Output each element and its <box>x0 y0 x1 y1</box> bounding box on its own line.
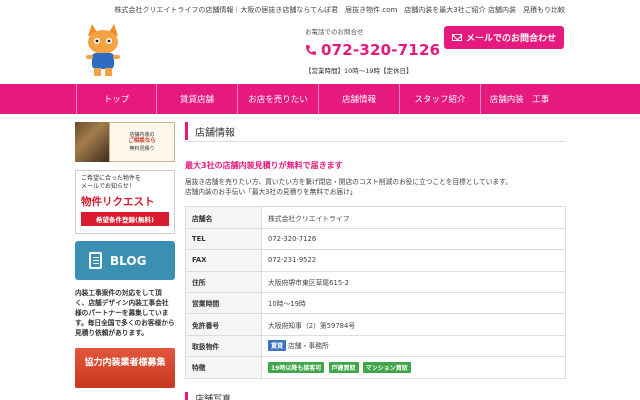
row-key: 取扱物件 <box>185 334 262 358</box>
table-row: 店舗名 株式会社クリエイトライフ <box>185 206 566 229</box>
banner-photo <box>75 122 109 162</box>
description-line-1: 居抜き店舗を売りたい方、買いたい方を繋げ閉店・開店のコスト削減のお役に立つことを… <box>185 178 512 186</box>
row-key: 住所 <box>185 270 262 294</box>
phone-number[interactable]: 072-320-7126 <box>305 41 440 59</box>
row-value: 大阪府知事（2）第59784号 <box>261 313 566 336</box>
row-key: FAX <box>185 249 262 272</box>
property-request-banner[interactable]: ご希望に合った物件を メールでお知らせ！ 物件リクエスト 希望条件登録(無料) <box>75 170 175 234</box>
table-row: 免許番号 大阪府知事（2）第59784号 <box>185 313 566 336</box>
table-row: FAX 072-231-9522 <box>185 249 566 272</box>
request-register-button[interactable]: 希望条件登録(無料) <box>81 212 169 227</box>
contact-box: お電話でのお問合せ 072-320-7126 【営業時間】10時〜19時【定休日… <box>305 26 440 75</box>
main-content: 店舗情報 最大3社の店舗内装見積りが無料で届きます 居抜き店舗を売りたい方、買い… <box>185 122 566 379</box>
phone-text: 072-320-7126 <box>321 41 441 59</box>
business-hours: 【営業時間】10時〜19時【定休日】 <box>305 67 413 75</box>
notepad-icon <box>89 252 102 269</box>
table-row: TEL 072-320-7126 <box>185 227 566 251</box>
row-value: 072-231-9522 <box>261 249 566 272</box>
nav-staff[interactable]: スタッフ紹介 <box>400 84 481 114</box>
banner-text: 店舗内装の ご相談なら 無料見積り <box>109 122 175 162</box>
partner-text: 内装工事案件の対応をして頂く、店舗デザイン内装工事会社様のパートナーを募集してい… <box>75 289 175 338</box>
blog-banner[interactable]: BLOG <box>75 241 175 280</box>
envelope-icon <box>451 34 462 41</box>
row-key: 営業時間 <box>185 291 262 315</box>
request-text-2: メールでお知らせ！ <box>81 183 135 191</box>
row-key: 免許番号 <box>185 313 262 336</box>
banner-line: ご相談なら <box>128 138 156 145</box>
top-tagline: 株式会社クリエイトライフの店舗情報｜大阪の居抜き店舗ならてんぽ君 居抜き物件.c… <box>114 6 565 14</box>
nav-store-info[interactable]: 店舗情報 <box>319 84 400 114</box>
interior-quote-banner[interactable]: 店舗内装の ご相談なら 無料見積り <box>75 122 175 162</box>
description: 居抜き店舗を売りたい方、買いたい方を繋げ閉店・開店のコスト削減のお役に立つことを… <box>185 178 566 197</box>
nav-top[interactable]: トップ <box>76 84 157 114</box>
request-text-1: ご希望に合った物件を <box>81 175 142 182</box>
nav-interior[interactable]: 店舗内装 工事 <box>481 84 558 114</box>
nav-sell[interactable]: お店を売りたい <box>238 84 319 114</box>
row-value: 賃貸 店舗・事務所 <box>261 334 566 358</box>
blog-label: BLOG <box>110 253 147 268</box>
row-key: TEL <box>185 227 262 251</box>
contact-label: お電話でのお問合せ <box>305 28 364 36</box>
mail-contact-button[interactable]: メールでのお問合わせ <box>444 26 564 49</box>
lead-text: 最大3社の店舗内装見積りが無料で届きます <box>185 161 343 170</box>
mail-button-label: メールでのお問合わせ <box>465 34 556 44</box>
table-row: 住所 大阪府堺市東区草尾615-2 <box>185 270 566 294</box>
request-title: 物件リクエスト <box>81 196 155 209</box>
cat-mascot-logo[interactable] <box>78 22 128 78</box>
rental-tag: 賃貸 <box>268 340 287 352</box>
table-row: 取扱物件 賃貸 店舗・事務所 <box>185 334 566 358</box>
row-value: 072-320-7126 <box>261 227 566 251</box>
table-row: 特徴 19時以降も接客可 戸建買取 マンション買取 <box>185 356 566 379</box>
row-value: 10時〜19時 <box>261 291 566 315</box>
divider <box>185 141 566 142</box>
sidebar: 店舗内装の ご相談なら 無料見積り ご希望に合った物件を メールでお知らせ！ 物… <box>75 122 175 389</box>
nav-rental[interactable]: 賃貸店舗 <box>157 84 238 114</box>
feature-tag: 戸建買取 <box>328 361 359 373</box>
store-info-table: 店舗名 株式会社クリエイトライフ TEL 072-320-7126 FAX 072-2… <box>185 206 566 379</box>
row-key: 特徴 <box>185 356 262 379</box>
page-title: 店舗情報 <box>185 122 566 140</box>
partner-recruit-button[interactable]: 協力内装業者様募集 <box>75 348 175 389</box>
description-line-2: 店舗内装のお手伝い「最大3社の見積りを無料でお届け」 <box>185 187 357 196</box>
row-key: 店舗名 <box>185 206 262 229</box>
table-row: 営業時間 10時〜19時 <box>185 291 566 315</box>
banner-line: 無料見積り <box>129 145 155 152</box>
row-value: 19時以降も接客可 戸建買取 マンション買取 <box>261 356 566 379</box>
row-value: 大阪府堺市東区草尾615-2 <box>261 270 566 294</box>
feature-tag: マンション買取 <box>362 361 411 373</box>
section-title-photos: 店舗写真 <box>185 392 566 400</box>
handled-value: 店舗・事務所 <box>288 342 329 351</box>
main-nav: トップ 賃貸店舗 お店を売りたい 店舗情報 スタッフ紹介 店舗内装 工事 <box>0 84 640 114</box>
feature-tag: 19時以降も接客可 <box>268 361 325 373</box>
phone-icon <box>306 45 316 55</box>
row-value: 株式会社クリエイトライフ <box>261 206 566 229</box>
